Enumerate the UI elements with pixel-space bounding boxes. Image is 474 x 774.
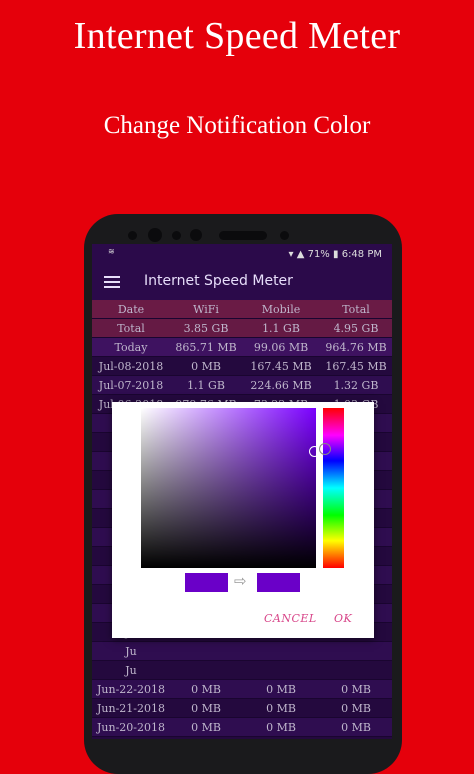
status-right: ▾ ▲ 71% ▮ 6:48 PM <box>288 249 382 260</box>
table-cell <box>320 641 392 661</box>
table-cell: 0 MB <box>242 698 320 718</box>
table-cell: 0 MB <box>170 356 242 376</box>
table-cell: 167.45 MB <box>242 356 320 376</box>
table-cell: 0 MB <box>320 717 392 737</box>
front-camera <box>128 231 137 240</box>
column-header: WiFi <box>170 300 242 319</box>
sensor <box>148 228 162 242</box>
table-row: Jul-08-2018 0 MB 167.45 MB 167.45 MB <box>92 356 392 376</box>
table-cell <box>242 641 320 661</box>
table-cell: 99.06 MB <box>242 337 320 357</box>
table-header-row: Date WiFi Mobile Total <box>92 300 392 319</box>
table-cell: 224.66 MB <box>242 375 320 395</box>
table-cell: 3.85 GB <box>170 318 242 338</box>
table-row: Jun-22-2018 0 MB 0 MB 0 MB <box>92 679 392 699</box>
sensor <box>172 231 181 240</box>
ok-button[interactable]: OK <box>334 612 352 625</box>
app-title: Internet Speed Meter <box>144 273 293 289</box>
status-bar: ≋ ▾ ▲ 71% ▮ 6:48 PM <box>92 244 392 264</box>
arrow-right-icon: ⇨ <box>234 572 247 590</box>
table-cell: 1.1 GB <box>170 375 242 395</box>
table-cell: 0 MB <box>170 717 242 737</box>
signal-icon: ▲ <box>296 249 305 260</box>
table-cell: 4.95 GB <box>320 318 392 338</box>
battery-percent: 71% <box>307 249 330 260</box>
table-cell: 0 MB <box>242 679 320 699</box>
battery-icon: ▮ <box>333 249 339 260</box>
saturation-value-picker[interactable] <box>141 408 316 568</box>
table-cell: Jun-20-2018 <box>92 717 170 737</box>
table-cell <box>170 660 242 680</box>
table-cell: Jun-21-2018 <box>92 698 170 718</box>
table-cell: Jun-22-2018 <box>92 679 170 699</box>
table-row: Ju <box>92 660 392 680</box>
table-row: Jun-20-2018 0 MB 0 MB 0 MB <box>92 717 392 737</box>
table-cell <box>320 660 392 680</box>
table-cell: 865.71 MB <box>170 337 242 357</box>
color-picker-dialog: ⇨ CANCEL OK <box>112 402 374 638</box>
hamburger-menu-icon[interactable] <box>104 276 120 291</box>
clock: 6:48 PM <box>341 249 382 260</box>
table-cell: 0 MB <box>170 698 242 718</box>
today-row: Today 865.71 MB 99.06 MB 964.76 MB <box>92 337 392 357</box>
table-cell: 0 MB <box>242 717 320 737</box>
promo-subheadline: Change Notification Color <box>103 112 371 139</box>
table-cell: Jul-07-2018 <box>92 375 170 395</box>
table-cell: Total <box>92 318 170 338</box>
column-header: Date <box>92 300 170 319</box>
table-cell: Ju <box>92 660 170 680</box>
table-cell: 964.76 MB <box>320 337 392 357</box>
new-color-swatch <box>257 573 300 592</box>
sensor <box>280 231 289 240</box>
sensor <box>190 229 202 241</box>
column-header: Total <box>320 300 392 319</box>
promo-headline: Internet Speed Meter <box>73 15 401 57</box>
table-cell: Jul-08-2018 <box>92 356 170 376</box>
total-row: Total 3.85 GB 1.1 GB 4.95 GB <box>92 318 392 338</box>
table-cell: 167.45 MB <box>320 356 392 376</box>
table-cell: 0 MB <box>320 698 392 718</box>
speed-indicator-icon: ≋ <box>108 247 115 256</box>
table-cell <box>170 641 242 661</box>
table-row: Jul-07-2018 1.1 GB 224.66 MB 1.32 GB <box>92 375 392 395</box>
table-cell <box>242 660 320 680</box>
hue-slider[interactable] <box>323 408 344 568</box>
table-cell: 1.1 GB <box>242 318 320 338</box>
earpiece-speaker <box>219 231 267 240</box>
column-header: Mobile <box>242 300 320 319</box>
wifi-icon: ▾ <box>288 249 294 260</box>
table-cell: 0 MB <box>170 679 242 699</box>
hue-slider-handle[interactable] <box>319 443 331 455</box>
app-bar: Internet Speed Meter <box>92 264 392 300</box>
table-cell: Ju <box>92 641 170 661</box>
cancel-button[interactable]: CANCEL <box>264 612 317 625</box>
old-color-swatch <box>185 573 228 592</box>
table-row: Jun-21-2018 0 MB 0 MB 0 MB <box>92 698 392 718</box>
table-cell: 1.32 GB <box>320 375 392 395</box>
table-row: Ju <box>92 641 392 661</box>
table-cell: Today <box>92 337 170 357</box>
table-cell: 0 MB <box>320 679 392 699</box>
